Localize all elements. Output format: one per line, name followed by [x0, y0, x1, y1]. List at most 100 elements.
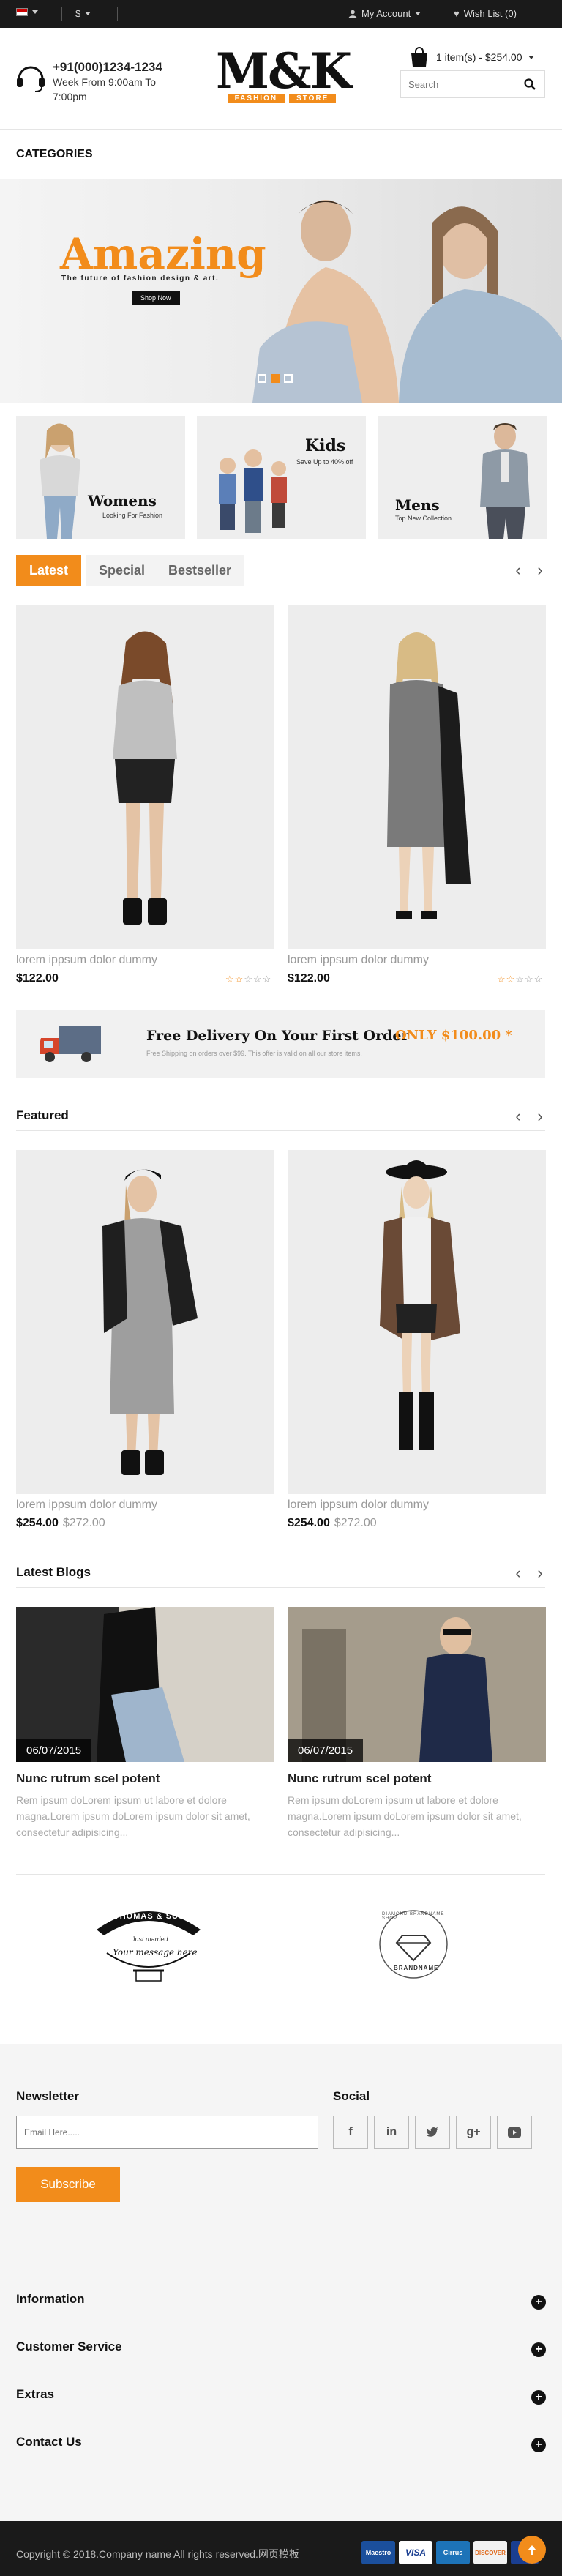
maestro-card-icon: Maestro	[361, 2541, 395, 2564]
newsletter-email-input[interactable]	[16, 2116, 318, 2149]
divider	[61, 7, 62, 21]
hours-line-1: Week From 9:00am To	[53, 76, 157, 88]
product-name[interactable]: lorem ippsum dolor dummy	[16, 954, 157, 967]
blog-title[interactable]: Nunc rutrum scel potent	[16, 1772, 160, 1786]
prev-arrow-icon[interactable]: ‹	[509, 1564, 527, 1583]
delivery-truck-icon	[40, 1026, 101, 1062]
product-price: $254.00 $272.00	[16, 1517, 105, 1530]
delivery-note: Free Shipping on orders over $99. This o…	[146, 1050, 362, 1057]
language-selector[interactable]	[16, 8, 38, 16]
blog-title[interactable]: Nunc rutrum scel potent	[288, 1772, 431, 1786]
logo-word-fashion: FASHION	[227, 94, 285, 103]
tab-bestseller[interactable]: Bestseller	[155, 555, 245, 586]
logo-text: M&K	[216, 42, 352, 100]
expand-plus-icon[interactable]: +	[531, 2295, 546, 2310]
wishlist-link[interactable]: ♥ Wish List (0)	[454, 8, 517, 19]
product-image[interactable]	[16, 1150, 274, 1494]
slider-dot[interactable]	[271, 374, 280, 383]
twitter-icon[interactable]	[415, 2116, 450, 2149]
free-delivery-banner: Free Delivery On Your First Order ONLY $…	[16, 1010, 545, 1078]
google-plus-icon[interactable]: g+	[456, 2116, 491, 2149]
footer-link-information[interactable]: Information	[16, 2292, 85, 2307]
banner-title: Mens	[395, 496, 440, 514]
product-image[interactable]	[288, 1150, 546, 1494]
delivery-title: Free Delivery On Your First Order	[146, 1028, 409, 1044]
categories-title: CATEGORIES	[16, 148, 93, 160]
facebook-icon[interactable]: f	[333, 2116, 368, 2149]
chevron-down-icon	[85, 12, 91, 15]
youtube-icon[interactable]	[497, 2116, 532, 2149]
rating-stars: ☆☆☆☆☆	[225, 974, 272, 985]
shopping-bag-icon	[411, 47, 427, 67]
banner-title: Womens	[88, 492, 157, 509]
brand-bottom-text: Your message here	[113, 1947, 198, 1957]
footer-link-contact-us[interactable]: Contact Us	[16, 2435, 82, 2449]
logo-word-store: STORE	[289, 94, 337, 103]
hero-headline: Amazing	[60, 229, 266, 279]
cirrus-card-icon: Cirrus	[436, 2541, 470, 2564]
phone-number: +91(000)1234-1234	[53, 60, 162, 74]
footer-link-customer-service[interactable]: Customer Service	[16, 2340, 122, 2354]
product-photo	[380, 1160, 460, 1450]
slider-dots[interactable]	[258, 374, 293, 383]
brand-logo-diamond[interactable]: DIAMOND BRANDNAME SHOP BRANDNAME	[366, 1905, 461, 1985]
currency-selector[interactable]: $	[75, 8, 91, 19]
my-account-link[interactable]: My Account	[348, 8, 422, 19]
wishlist-label: Wish List (0)	[463, 8, 517, 19]
cart-summary: 1 item(s) - $254.00	[436, 51, 522, 63]
latest-blogs-title: Latest Blogs	[16, 1565, 91, 1579]
category-banner-womens[interactable]: Womens Looking For Fashion	[16, 416, 185, 539]
price-current: $254.00	[16, 1517, 59, 1529]
prev-arrow-icon[interactable]: ‹	[509, 561, 527, 580]
next-arrow-icon[interactable]: ›	[531, 561, 549, 580]
linkedin-icon[interactable]: in	[374, 2116, 409, 2149]
youtube-play-icon	[508, 2127, 521, 2138]
product-name[interactable]: lorem ippsum dolor dummy	[288, 954, 429, 967]
price-current: $254.00	[288, 1517, 330, 1529]
blogs-divider	[16, 1587, 545, 1588]
next-arrow-icon[interactable]: ›	[531, 1107, 549, 1126]
slider-dot[interactable]	[284, 374, 293, 383]
tab-latest[interactable]: Latest	[16, 555, 82, 586]
site-logo[interactable]: M&K FASHION STORE	[216, 42, 352, 103]
headset-icon	[17, 66, 45, 92]
hero-slider[interactable]: Amazing The future of fashion design & a…	[0, 179, 562, 403]
expand-plus-icon[interactable]: +	[531, 2438, 546, 2452]
cart-button[interactable]: 1 item(s) - $254.00	[408, 47, 534, 67]
slider-dot[interactable]	[258, 374, 266, 383]
next-arrow-icon[interactable]: ›	[531, 1564, 549, 1583]
product-image[interactable]	[16, 605, 274, 949]
brand-logo-thomas-susi[interactable]: THOMAS & SUSI Just married Your message …	[86, 1900, 211, 1988]
footer: Newsletter Subscribe Social f in g+ Info…	[0, 2044, 562, 2521]
hero-subline: The future of fashion design & art.	[61, 275, 220, 283]
category-banner-kids[interactable]: Kids Save Up to 40% off	[197, 416, 366, 539]
product-price: $254.00 $272.00	[288, 1517, 377, 1530]
expand-plus-icon[interactable]: +	[531, 2390, 546, 2405]
rating-stars: ☆☆☆☆☆	[497, 974, 544, 985]
arrow-up-icon	[528, 2545, 536, 2555]
twitter-bird-icon	[427, 2127, 438, 2137]
product-name[interactable]: lorem ippsum dolor dummy	[288, 1498, 429, 1512]
blog-image[interactable]: 06/07/2015	[16, 1607, 274, 1762]
blog-image[interactable]: 06/07/2015	[288, 1607, 546, 1762]
product-photo	[387, 632, 471, 919]
product-name[interactable]: lorem ippsum dolor dummy	[16, 1498, 157, 1512]
category-banner-mens[interactable]: Mens Top New Collection	[378, 416, 547, 539]
scroll-top-button[interactable]	[518, 2536, 546, 2564]
subscribe-button[interactable]: Subscribe	[16, 2167, 120, 2202]
search-icon[interactable]	[524, 78, 536, 90]
footer-link-extras[interactable]: Extras	[16, 2387, 54, 2402]
header-divider	[0, 129, 562, 130]
tab-special[interactable]: Special	[86, 555, 159, 586]
bottom-bar: Copyright © 2018.Company name All rights…	[0, 2521, 562, 2576]
heart-icon: ♥	[454, 8, 460, 19]
prev-arrow-icon[interactable]: ‹	[509, 1107, 527, 1126]
hero-shop-now-button[interactable]: Shop Now	[132, 291, 180, 305]
blog-date: 06/07/2015	[16, 1739, 92, 1762]
product-price: $122.00	[288, 972, 330, 985]
user-icon	[348, 10, 357, 18]
delivery-highlight: ONLY $100.00 *	[395, 1028, 512, 1043]
search-input[interactable]	[401, 71, 511, 97]
product-image[interactable]	[288, 605, 546, 949]
expand-plus-icon[interactable]: +	[531, 2342, 546, 2357]
